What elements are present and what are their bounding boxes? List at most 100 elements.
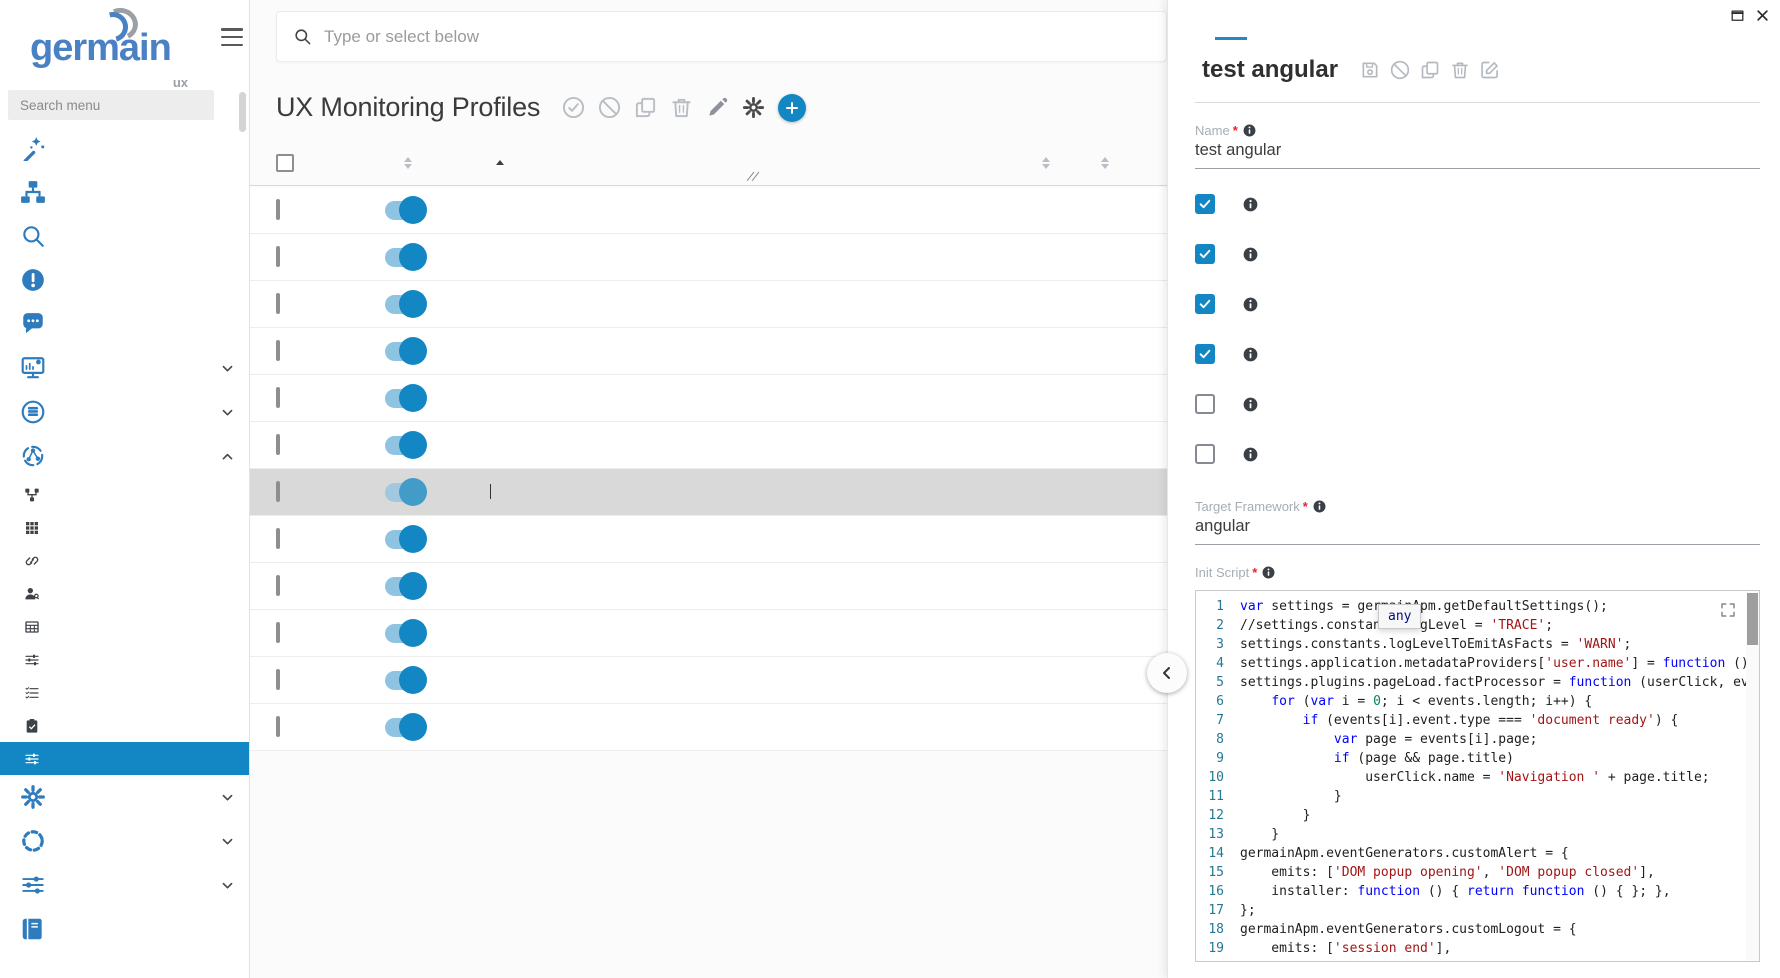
sidebar-item-operational[interactable] [0,170,249,214]
row-checkbox[interactable] [276,622,280,643]
sidebar-item-automation[interactable] [0,775,249,819]
edit-icon[interactable] [1480,60,1500,80]
code-line[interactable]: 2//settings.constants.logLevel = 'TRACE'… [1196,616,1759,635]
code-line[interactable]: 10 userClick.name = 'Navigation ' + page… [1196,768,1759,787]
enabled-toggle[interactable] [385,577,425,596]
row-checkbox[interactable] [276,293,280,314]
sidebar-item-ux-monitoring-profiles-12[interactable] [0,742,249,775]
add-profile-button[interactable] [778,94,806,122]
info-icon[interactable] [1313,500,1326,513]
checkbox-checked-icon[interactable] [1195,244,1215,264]
sort-icon[interactable] [404,157,412,169]
select-all-checkbox[interactable] [276,154,294,172]
option-javascript-time-monitoring[interactable] [1195,229,1780,279]
code-line[interactable]: 19 emits: ['session end'], [1196,939,1759,958]
code-line[interactable]: 7 if (events[i].event.type === 'document… [1196,711,1759,730]
table-row[interactable] [250,422,1167,469]
row-checkbox[interactable] [276,575,280,596]
info-icon[interactable] [1243,397,1258,412]
option-report-poor-network-location[interactable] [1195,429,1780,479]
row-checkbox[interactable] [276,716,280,737]
sidebar-item-data-sources[interactable] [0,390,249,434]
sidebar-item-data-privacy-2[interactable] [0,577,249,610]
code-line[interactable]: 13 } [1196,825,1759,844]
panel-collapse-button[interactable] [1147,653,1187,693]
name-field-input[interactable]: test angular [1195,138,1760,169]
table-row[interactable] [250,469,1167,516]
option-javascript-profiling-monitoring[interactable] [1195,379,1780,429]
code-line[interactable]: 17}; [1196,901,1759,920]
sort-icon[interactable] [1101,157,1109,169]
table-row[interactable] [250,610,1167,657]
editor-scrollbar-thumb[interactable] [1747,593,1758,645]
copy-icon[interactable] [634,96,657,119]
sidebar-item-slas-714[interactable] [0,709,249,742]
sidebar-item-correlation-34[interactable] [0,544,249,577]
table-row[interactable] [250,704,1167,751]
info-icon[interactable] [1243,247,1258,262]
checkbox-checked-icon[interactable] [1195,194,1215,214]
sidebar-item-php-monitoring-profiles-1[interactable] [0,643,249,676]
enabled-toggle[interactable] [385,718,425,737]
trash-icon[interactable] [1450,60,1470,80]
table-row[interactable] [250,563,1167,610]
column-header-name[interactable] [490,160,750,165]
enabled-toggle[interactable] [385,389,425,408]
fullscreen-icon[interactable] [1719,601,1737,619]
sidebar-item-explore-your-data[interactable] [0,214,249,258]
chevron-down-icon[interactable] [220,405,235,420]
row-checkbox[interactable] [276,669,280,690]
table-row[interactable] [250,328,1167,375]
sidebar-item-insights[interactable] [0,258,249,302]
row-checkbox[interactable] [276,246,280,267]
enabled-toggle[interactable] [385,436,425,455]
ban-icon[interactable] [1390,60,1410,80]
code-line[interactable]: 5settings.plugins.pageLoad.factProcessor… [1196,673,1759,692]
row-checkbox[interactable] [276,434,280,455]
close-icon[interactable] [1755,8,1770,23]
info-icon[interactable] [1243,447,1258,462]
code-line[interactable]: 12 } [1196,806,1759,825]
code-line[interactable]: 11 } [1196,787,1759,806]
table-row[interactable] [250,187,1167,234]
row-checkbox[interactable] [276,481,280,502]
sidebar-item-business-processes-4[interactable] [0,478,249,511]
column-resize-handle[interactable] [746,171,760,181]
code-area[interactable]: 1var settings = germainApm.getDefaultSet… [1196,591,1759,962]
hamburger-menu-icon[interactable] [221,28,243,46]
sidebar-item-rules-173[interactable] [0,676,249,709]
code-line[interactable]: 15 emits: ['DOM popup opening', 'DOM pop… [1196,863,1759,882]
chevron-down-icon[interactable] [220,790,235,805]
column-header-created-on[interactable] [1050,157,1167,169]
trash-icon[interactable] [670,96,693,119]
gear-icon[interactable] [742,96,765,119]
code-line[interactable]: 1var settings = germainApm.getDefaultSet… [1196,597,1759,616]
check-circle-icon[interactable] [562,96,585,119]
table-row[interactable] [250,234,1167,281]
info-icon[interactable] [1243,197,1258,212]
info-icon[interactable] [1243,124,1256,137]
sort-icon[interactable] [496,160,504,165]
table-row[interactable] [250,516,1167,563]
chevron-down-icon[interactable] [220,361,235,376]
info-icon[interactable] [1243,297,1258,312]
sidebar-item-doc[interactable] [0,907,249,951]
copy-icon[interactable] [1420,60,1440,80]
option-rendering-time-monitoring[interactable] [1195,279,1780,329]
sidebar-item-germain[interactable] [0,819,249,863]
code-line[interactable]: 9 if (page && page.title) [1196,749,1759,768]
sidebar-scrollbar[interactable] [239,92,246,132]
enabled-toggle[interactable] [385,483,425,502]
checkbox-unchecked-icon[interactable] [1195,394,1215,414]
checkbox-checked-icon[interactable] [1195,294,1215,314]
row-checkbox[interactable] [276,528,280,549]
option-network-requests-monitoring[interactable] [1195,329,1780,379]
target-framework-input[interactable]: angular [1195,514,1760,545]
sidebar-item-notes-20[interactable] [0,302,249,346]
enabled-toggle[interactable] [385,295,425,314]
sidebar-item-dashboards[interactable] [0,346,249,390]
info-icon[interactable] [1262,566,1275,579]
code-line[interactable]: 8 var page = events[i].page; [1196,730,1759,749]
enabled-toggle[interactable] [385,530,425,549]
column-header-enabled[interactable] [320,157,490,169]
